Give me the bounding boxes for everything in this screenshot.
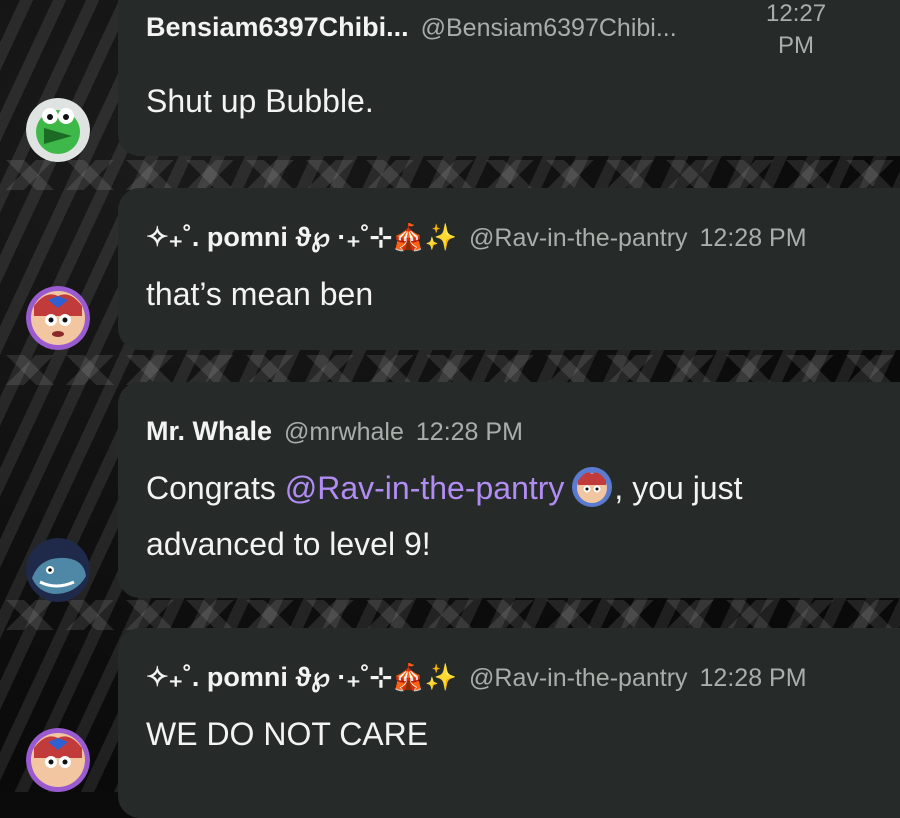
background-zigzag (0, 600, 900, 630)
author-handle: @Bensiam6397Chibi... (420, 14, 677, 42)
time-line-2: PM (778, 32, 815, 59)
message-text-part: , you just (614, 470, 743, 506)
user-mention[interactable]: @Rav-in-the-pantry (285, 470, 565, 506)
author-name[interactable]: Bensiam6397Chibi... (146, 12, 409, 43)
message-item[interactable]: Bensiam6397Chibi... @Bensiam6397Chibi...… (0, 0, 900, 162)
message-timestamp: 12:28 PM (699, 664, 807, 692)
message-item[interactable]: Mr. Whale @mrwhale 12:28 PM Congrats @Ra… (0, 382, 900, 602)
author-name[interactable]: ✧₊˚. pomni ϑ℘ ·₊˚⊹🎪✨ (146, 662, 457, 693)
author-emoji: 🎪✨ (392, 662, 458, 692)
message-text: that’s mean ben (146, 276, 374, 312)
message-text: WE DO NOT CARE (146, 716, 429, 752)
author-emoji: 🎪✨ (392, 222, 458, 252)
message-header: ✧₊˚. pomni ϑ℘ ·₊˚⊹🎪✨ @Rav-in-the-pantry … (146, 662, 807, 693)
author-handle: @Rav-in-the-pantry (469, 224, 688, 252)
message-text: Congrats @Rav-in-the-pantry , you just adv… (146, 460, 886, 572)
message-item[interactable]: ✧₊˚. pomni ϑ℘ ·₊˚⊹🎪✨ @Rav-in-the-pantry … (0, 188, 900, 350)
author-handle: @mrwhale (284, 418, 404, 446)
message-timestamp: 12:28 PM (415, 418, 523, 446)
background-zigzag (0, 160, 900, 190)
message-timestamp: 12:27 PM (766, 0, 826, 62)
message-header: Mr. Whale @mrwhale 12:28 PM (146, 416, 523, 447)
message-bubble: ✧₊˚. pomni ϑ℘ ·₊˚⊹🎪✨ @Rav-in-the-pantry … (118, 628, 900, 818)
message-text-part: advanced to level 9! (146, 526, 431, 562)
message-text: Shut up Bubble. (146, 83, 374, 119)
avatar-yoshi-icon[interactable] (26, 98, 90, 162)
message-header: ✧₊˚. pomni ϑ℘ ·₊˚⊹🎪✨ @Rav-in-the-pantry … (146, 222, 807, 253)
message-item[interactable]: ✧₊˚. pomni ϑ℘ ·₊˚⊹🎪✨ @Rav-in-the-pantry … (0, 628, 900, 818)
author-handle: @Rav-in-the-pantry (469, 664, 688, 692)
author-name[interactable]: Mr. Whale (146, 416, 272, 447)
message-bubble: Mr. Whale @mrwhale 12:28 PM Congrats @Ra… (118, 382, 900, 598)
author-name[interactable]: ✧₊˚. pomni ϑ℘ ·₊˚⊹🎪✨ (146, 222, 457, 253)
time-line-1: 12:27 (766, 0, 827, 27)
message-text-part: Congrats (146, 470, 285, 506)
avatar-pomni-icon[interactable] (26, 286, 90, 350)
message-header: Bensiam6397Chibi... @Bensiam6397Chibi... (146, 12, 677, 43)
message-timestamp: 12:28 PM (699, 224, 807, 252)
avatar-whale-icon[interactable] (26, 538, 90, 602)
background-zigzag (0, 355, 900, 385)
message-bubble: ✧₊˚. pomni ϑ℘ ·₊˚⊹🎪✨ @Rav-in-the-pantry … (118, 188, 900, 350)
inline-avatar-pomni-icon (572, 467, 613, 507)
message-bubble: Bensiam6397Chibi... @Bensiam6397Chibi...… (118, 0, 900, 156)
avatar-pomni-icon[interactable] (26, 728, 90, 792)
